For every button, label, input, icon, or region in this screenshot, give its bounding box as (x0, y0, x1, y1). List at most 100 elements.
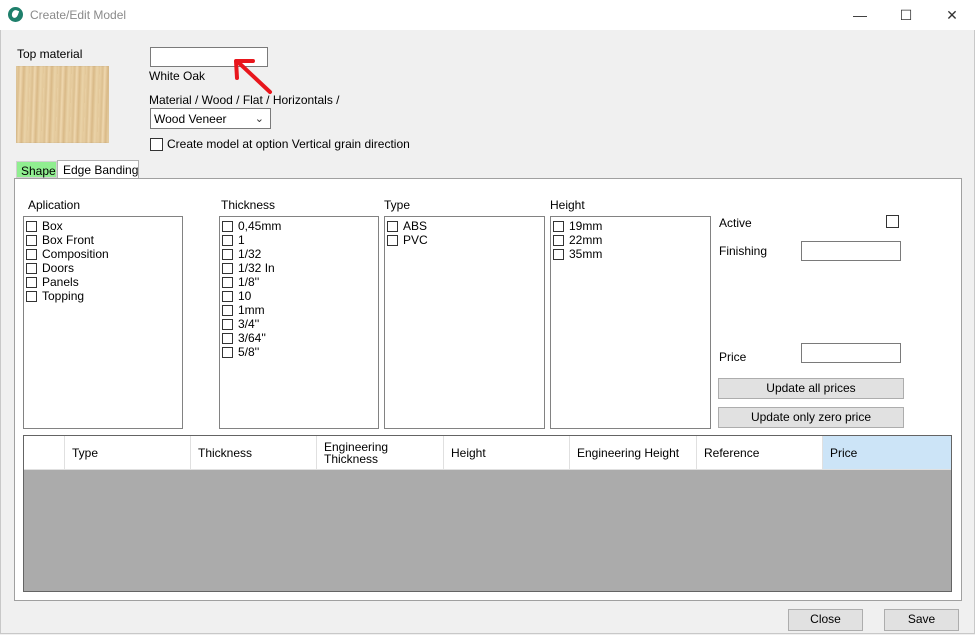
list-item[interactable]: 0,45mm (220, 219, 378, 233)
price-label: Price (719, 350, 747, 364)
list-item-label: 1/32 In (238, 261, 275, 275)
finishing-label: Finishing (719, 244, 768, 258)
list-item[interactable]: 35mm (551, 247, 710, 261)
grid-row-header-corner (24, 436, 65, 469)
list-item[interactable]: Box (24, 219, 182, 233)
minimize-button[interactable]: — (837, 0, 883, 30)
column-thickness[interactable]: Thickness (191, 436, 317, 469)
price-input[interactable] (801, 343, 901, 363)
list-item[interactable]: Topping (24, 289, 182, 303)
column-engineering-height[interactable]: Engineering Height (570, 436, 697, 469)
vertical-grain-option[interactable]: Create model at option Vertical grain di… (150, 137, 410, 151)
list-item-label: 22mm (569, 233, 603, 247)
title-bar (0, 0, 975, 30)
column-price[interactable]: Price (823, 436, 951, 469)
column-reference[interactable]: Reference (697, 436, 823, 469)
application-header: Aplication (28, 198, 81, 212)
list-item-label: 10 (238, 289, 252, 303)
checkbox[interactable] (222, 332, 233, 344)
checkbox[interactable] (26, 262, 37, 274)
list-item-label: 35mm (569, 247, 603, 261)
active-label: Active (719, 216, 752, 230)
height-list[interactable]: 19mm 22mm 35mm (550, 216, 711, 429)
checkbox[interactable] (553, 234, 564, 246)
material-name: White Oak (149, 69, 206, 83)
column-type[interactable]: Type (65, 436, 191, 469)
list-item-label: 1mm (238, 303, 265, 317)
maximize-button[interactable]: ☐ (883, 0, 929, 30)
checkbox[interactable] (222, 276, 233, 288)
list-item[interactable]: Panels (24, 275, 182, 289)
list-item-label: 5/8'' (238, 345, 260, 359)
checkbox[interactable] (26, 220, 37, 232)
checkbox[interactable] (387, 234, 398, 246)
list-item[interactable]: PVC (385, 233, 544, 247)
list-item[interactable]: Doors (24, 261, 182, 275)
list-item-label: 1/32 (238, 247, 262, 261)
list-item[interactable]: Box Front (24, 233, 182, 247)
checkbox[interactable] (222, 346, 233, 358)
height-header: Height (550, 198, 585, 212)
models-grid[interactable]: Type Thickness Engineering Thickness Hei… (23, 435, 952, 592)
update-zero-price-button[interactable]: Update only zero price (718, 407, 904, 428)
list-item[interactable]: 1/8'' (220, 275, 378, 289)
close-window-button[interactable]: ✕ (929, 0, 975, 30)
grid-header: Type Thickness Engineering Thickness Hei… (24, 436, 951, 470)
checkbox[interactable] (26, 276, 37, 288)
app-logo-icon (8, 7, 23, 22)
maximize-icon: ☐ (899, 6, 913, 23)
top-material-label: Top material (17, 47, 83, 61)
checkbox[interactable] (26, 248, 37, 260)
minimize-icon: — (853, 7, 867, 23)
list-item[interactable]: 5/8'' (220, 345, 378, 359)
close-icon: ✕ (946, 6, 958, 23)
close-button[interactable]: Close (788, 609, 863, 631)
checkbox[interactable] (222, 248, 233, 260)
vertical-grain-checkbox[interactable] (150, 137, 163, 151)
application-list[interactable]: Box Box Front Composition Doors Panels T… (23, 216, 183, 429)
checkbox[interactable] (222, 234, 233, 246)
list-item[interactable]: 22mm (551, 233, 710, 247)
list-item[interactable]: 1/32 In (220, 261, 378, 275)
checkbox[interactable] (553, 220, 564, 232)
list-item-label: 0,45mm (238, 219, 282, 233)
list-item-label: Topping (42, 289, 85, 303)
checkbox[interactable] (553, 248, 564, 260)
checkbox[interactable] (26, 290, 37, 302)
list-item-label: 3/4'' (238, 317, 260, 331)
list-item[interactable]: 3/4'' (220, 317, 378, 331)
list-item-label: Doors (42, 261, 75, 275)
list-item[interactable]: 1/32 (220, 247, 378, 261)
checkbox[interactable] (222, 262, 233, 274)
list-item[interactable]: 1mm (220, 303, 378, 317)
checkbox[interactable] (222, 290, 233, 302)
column-height[interactable]: Height (444, 436, 570, 469)
checkbox[interactable] (26, 234, 37, 246)
tab-edge-banding[interactable]: Edge Banding (57, 160, 139, 179)
column-engineering-thickness[interactable]: Engineering Thickness (317, 436, 444, 469)
list-item[interactable]: 19mm (551, 219, 710, 233)
checkbox[interactable] (222, 304, 233, 316)
tab-shape[interactable]: Shape (16, 161, 57, 178)
list-item[interactable]: ABS (385, 219, 544, 233)
finishing-input[interactable] (801, 241, 901, 261)
update-all-prices-button[interactable]: Update all prices (718, 378, 904, 399)
checkbox[interactable] (222, 220, 233, 232)
list-item-label: PVC (403, 233, 428, 247)
thickness-list[interactable]: 0,45mm 1 1/32 1/32 In 1/8'' 10 1mm 3/4''… (219, 216, 379, 429)
window-title: Create/Edit Model (30, 8, 127, 22)
checkbox[interactable] (222, 318, 233, 330)
list-item[interactable]: Composition (24, 247, 182, 261)
list-item[interactable]: 1 (220, 233, 378, 247)
chevron-down-icon: ⌄ (254, 113, 264, 125)
list-item-label: ABS (403, 219, 428, 233)
active-checkbox[interactable] (886, 215, 899, 228)
save-button[interactable]: Save (884, 609, 959, 631)
checkbox[interactable] (387, 220, 398, 232)
list-item[interactable]: 10 (220, 289, 378, 303)
list-item-label: 3/64'' (238, 331, 266, 345)
annotation-arrow-icon (234, 59, 272, 94)
type-list[interactable]: ABS PVC (384, 216, 545, 429)
list-item[interactable]: 3/64'' (220, 331, 378, 345)
veneer-select[interactable]: Wood Veneer ⌄ (150, 108, 271, 129)
